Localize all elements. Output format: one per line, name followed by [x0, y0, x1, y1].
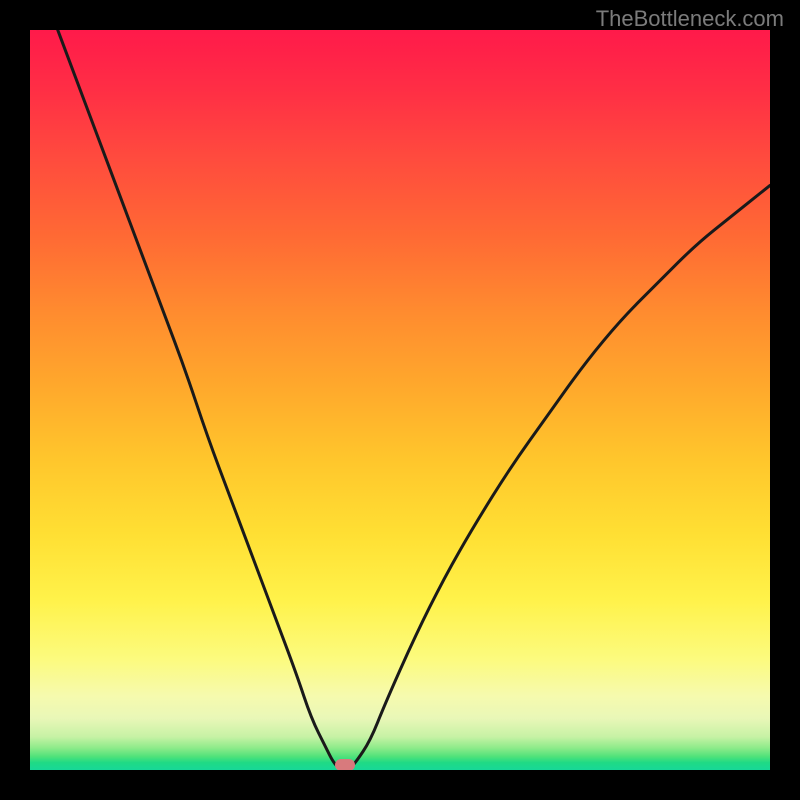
optimal-point-marker [335, 759, 355, 770]
watermark-text: TheBottleneck.com [596, 6, 784, 32]
bottleneck-curve [30, 30, 770, 770]
plot-area [30, 30, 770, 770]
curve-layer [30, 30, 770, 770]
chart-frame: TheBottleneck.com [0, 0, 800, 800]
